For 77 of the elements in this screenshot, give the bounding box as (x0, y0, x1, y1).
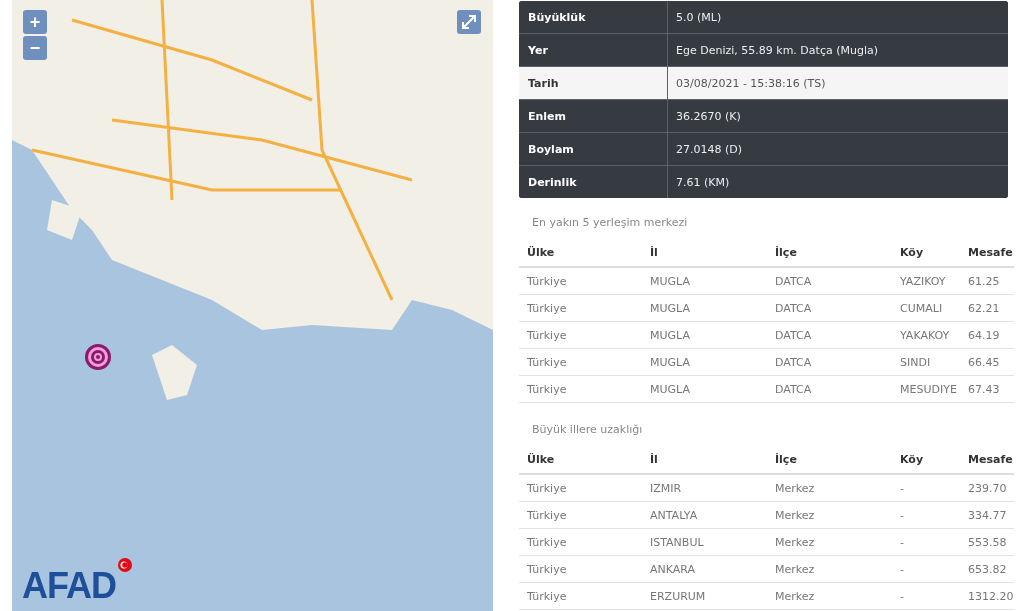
table-title: En yakın 5 yerleşim merkezi (531, 216, 689, 231)
table-cell-text: MUGLA (650, 328, 691, 342)
table-cell-text: Merkez (775, 535, 816, 549)
column-header: Köy (900, 245, 925, 259)
table-cell-text: ANKARA (650, 562, 697, 576)
table-cell-text: IZMIR (650, 481, 683, 495)
table-cell-text: MUGLA (650, 382, 691, 396)
table-cell-text: Türkiye (527, 589, 568, 603)
detail-label: Derinlik (519, 166, 668, 198)
detail-value: 5.0 (ML) (675, 9, 723, 26)
table-cell-text: Türkiye (527, 535, 568, 549)
table-cell-text: Merkez (775, 481, 816, 495)
detail-value: 27.0148 (D) (675, 141, 744, 158)
table-cell-text: DATCA (775, 274, 813, 288)
zoom-out-button[interactable]: − (23, 36, 47, 60)
detail-value: Ege Denizi, 55.89 km. Datça (Mugla) (675, 42, 879, 59)
table-cell-text: DATCA (775, 301, 813, 315)
table-cell-text: SINDI (900, 355, 932, 369)
column-header: İlçe (775, 452, 798, 466)
column-header: İlçe (775, 245, 798, 259)
table-cell-text: 66.45 (968, 355, 1001, 369)
table-cell-text: 334.77 (968, 508, 1008, 522)
table-cell-text: Merkez (775, 562, 816, 576)
table-cell-text: - (900, 508, 905, 522)
table-cell-text: CUMALI (900, 301, 944, 315)
column-header: Mesafe (968, 245, 1014, 259)
column-header: Ülke (527, 245, 556, 259)
logo: AFAD (22, 567, 116, 605)
table-cell-text: MUGLA (650, 301, 691, 315)
column-header: Ülke (527, 452, 556, 466)
table-cell-text: Türkiye (527, 508, 568, 522)
column-header: Köy (900, 452, 925, 466)
expand-icon (460, 13, 478, 31)
table-cell-text: ERZURUM (650, 589, 707, 603)
table-cell-text: DATCA (775, 328, 813, 342)
table-title: Büyük illere uzaklığı (531, 423, 644, 438)
table-cell-text: 653.82 (968, 562, 1008, 576)
table-cell-text: Merkez (775, 508, 816, 522)
table-cell-text: 61.25 (968, 274, 1001, 288)
table-cell-text: MESUDIYE (900, 382, 958, 396)
table-cell-text: - (900, 589, 905, 603)
table-cell-text: YAKAKOY (900, 328, 951, 342)
table-cell-text: 62.21 (968, 301, 1001, 315)
table-cell-text: Merkez (775, 589, 816, 603)
zoom-in-button[interactable]: + (23, 10, 47, 34)
table-cell-text: YAZIKOY (900, 274, 947, 288)
column-header: İl (650, 452, 659, 466)
table-cell-text: Türkiye (527, 382, 568, 396)
fullscreen-button[interactable] (457, 10, 481, 34)
table-cell-text: Türkiye (527, 481, 568, 495)
table-cell-text: ISTANBUL (650, 535, 705, 549)
table-cell-text: ANTALYA (650, 508, 699, 522)
table-cell-text: 67.43 (968, 382, 1001, 396)
table-cell-text: - (900, 481, 905, 495)
table-cell-text: 553.58 (968, 535, 1008, 549)
table-cell-text: MUGLA (650, 274, 691, 288)
table-cell-text: Türkiye (527, 301, 568, 315)
table-cell-text: Türkiye (527, 355, 568, 369)
map-view[interactable]: + − AFAD (12, 0, 493, 611)
table-cell-text: DATCA (775, 382, 813, 396)
table-cell-text: 239.70 (968, 481, 1008, 495)
table-cell-text: - (900, 535, 905, 549)
table-cell-text: Türkiye (527, 328, 568, 342)
table-cell-text: Türkiye (527, 274, 568, 288)
column-header: Mesafe (968, 452, 1014, 466)
table-cell: 1312.20 (968, 589, 1014, 603)
detail-value: 7.61 (KM) (675, 174, 731, 191)
table-cell-text: - (900, 562, 905, 576)
table-cell-text: Türkiye (527, 562, 568, 576)
table-cell-text: DATCA (775, 355, 813, 369)
epicenter-icon (84, 343, 112, 371)
detail-value: 36.2670 (K) (675, 108, 742, 125)
column-header: İl (650, 245, 659, 259)
detail-value: 03/08/2021 - 15:38:16 (TS) (675, 75, 827, 92)
table-cell-text: 64.19 (968, 328, 1001, 342)
table-cell-text: MUGLA (650, 355, 691, 369)
flag-icon (118, 558, 132, 572)
